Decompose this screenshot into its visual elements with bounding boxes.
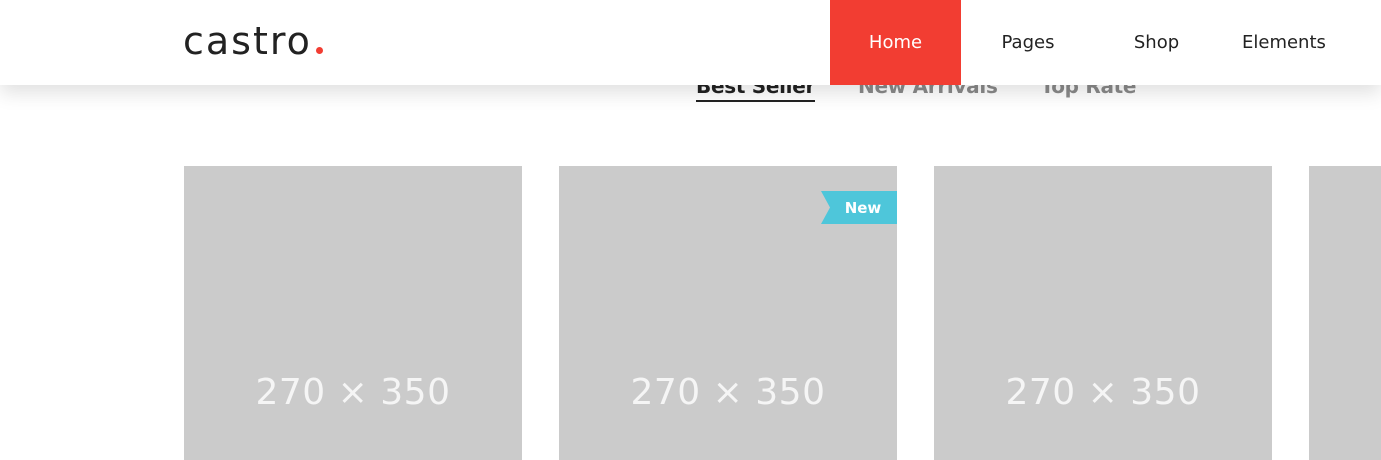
nav-item-label: Shop bbox=[1133, 32, 1180, 53]
site-header: castro Home Pages Shop Elements bbox=[0, 0, 1381, 85]
product-card[interactable]: 270 × 350 bbox=[934, 166, 1272, 460]
nav-item-label: Home bbox=[868, 32, 923, 53]
logo-text: castro bbox=[183, 19, 312, 63]
product-image[interactable] bbox=[1309, 166, 1381, 460]
logo-dot-icon bbox=[315, 47, 323, 54]
nav-item-label: Elements bbox=[1242, 32, 1326, 53]
product-card[interactable]: 270 × 350 bbox=[184, 166, 522, 460]
product-grid: 270 × 350 270 × 350 New 270 × 350 bbox=[184, 166, 1381, 460]
page: castro Home Pages Shop Elements Best Sel… bbox=[0, 0, 1381, 460]
product-card[interactable] bbox=[1309, 166, 1381, 460]
image-placeholder-text: 270 × 350 bbox=[255, 372, 451, 413]
product-card[interactable]: 270 × 350 New bbox=[559, 166, 897, 460]
main-nav: Home Pages Shop Elements bbox=[830, 0, 1381, 85]
nav-item-pages[interactable]: Pages bbox=[961, 0, 1095, 85]
nav-item-home[interactable]: Home bbox=[830, 0, 961, 85]
image-placeholder-text: 270 × 350 bbox=[630, 372, 826, 413]
logo[interactable]: castro bbox=[183, 18, 323, 64]
nav-item-label: Pages bbox=[1001, 32, 1055, 53]
product-image[interactable]: 270 × 350 bbox=[184, 166, 522, 460]
nav-item-elements[interactable]: Elements bbox=[1218, 0, 1381, 85]
new-badge: New bbox=[821, 191, 897, 224]
product-image[interactable]: 270 × 350 bbox=[934, 166, 1272, 460]
image-placeholder-text: 270 × 350 bbox=[1005, 372, 1201, 413]
nav-item-shop[interactable]: Shop bbox=[1095, 0, 1218, 85]
